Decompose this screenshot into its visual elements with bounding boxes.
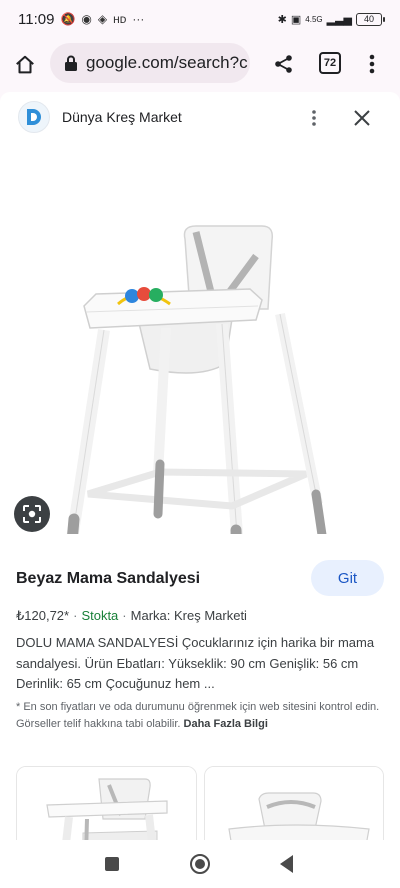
- product-title: Beyaz Mama Sandalyesi: [16, 570, 201, 587]
- lens-button[interactable]: [14, 496, 50, 532]
- mute-icon: 🔕: [60, 12, 76, 26]
- recents-button[interactable]: [105, 857, 119, 871]
- more-info-link[interactable]: Daha Fazla Bilgi: [184, 718, 268, 730]
- battery-level: 40: [363, 14, 374, 24]
- product-image[interactable]: [0, 144, 400, 610]
- share-button[interactable]: [270, 50, 298, 78]
- product-panel: Dünya Kreş Market Beyaz Mama Sandalyesi …: [0, 92, 400, 888]
- status-bar: 11:09 🔕 ◉ ◈ ʜᴅ ··· ✱ ▣ 4.5G ▂▃▅ 40: [0, 0, 400, 38]
- high-chair-illustration: [62, 225, 331, 610]
- battery-icon: 40: [356, 12, 385, 26]
- volte-icon: ▣: [290, 13, 302, 26]
- stock-status: Stokta: [81, 608, 119, 623]
- lock-icon: [65, 55, 77, 71]
- close-icon: [354, 110, 370, 126]
- source-logo[interactable]: [18, 101, 50, 133]
- site-logo-icon: [27, 109, 41, 125]
- signal-text: 4.5G: [305, 14, 323, 24]
- browser-menu-button[interactable]: [360, 50, 384, 78]
- brand: Marka: Kreş Marketi: [130, 608, 247, 623]
- close-button[interactable]: [350, 106, 374, 130]
- source-name[interactable]: Dünya Kreş Market: [62, 109, 182, 125]
- home-dot-icon: [195, 859, 205, 869]
- signal-icon: ▂▃▅: [326, 13, 352, 26]
- product-description: DOLU MAMA SANDALYESİ Çocuklarınız için h…: [16, 635, 375, 691]
- nav-home-button[interactable]: [190, 854, 210, 874]
- source-more-button[interactable]: [304, 106, 324, 130]
- back-button[interactable]: [280, 855, 293, 873]
- status-time: 11:09: [18, 10, 55, 28]
- system-nav-bar: [0, 840, 400, 888]
- visit-button[interactable]: Git: [311, 560, 384, 596]
- product-meta: ₺120,72* · Stokta · Marka: Kreş Marketi: [16, 608, 247, 623]
- price: ₺120,72*: [16, 608, 70, 623]
- lens-icon: [23, 505, 41, 523]
- more-notifications-icon: ···: [132, 12, 145, 26]
- tab-switcher-button[interactable]: 72: [319, 52, 341, 74]
- disclaimer: * En son fiyatları ve oda durumunu öğren…: [16, 699, 380, 733]
- whatsapp-icon: ◉: [81, 12, 92, 26]
- browser-toolbar: google.com/search?c 72: [0, 38, 400, 92]
- bluetooth-icon: ✱: [277, 13, 287, 26]
- more-vert-icon: [369, 54, 375, 74]
- hd-icon: ʜᴅ: [113, 12, 127, 26]
- more-vert-icon: [312, 110, 316, 126]
- home-button[interactable]: [0, 38, 50, 92]
- url-text: google.com/search?c: [86, 53, 248, 72]
- home-icon: [16, 55, 34, 74]
- source-header: Dünya Kreş Market: [0, 92, 400, 144]
- address-bar[interactable]: google.com/search?c: [50, 43, 250, 83]
- share-icon: [275, 55, 292, 73]
- app-icon: ◈: [97, 12, 108, 26]
